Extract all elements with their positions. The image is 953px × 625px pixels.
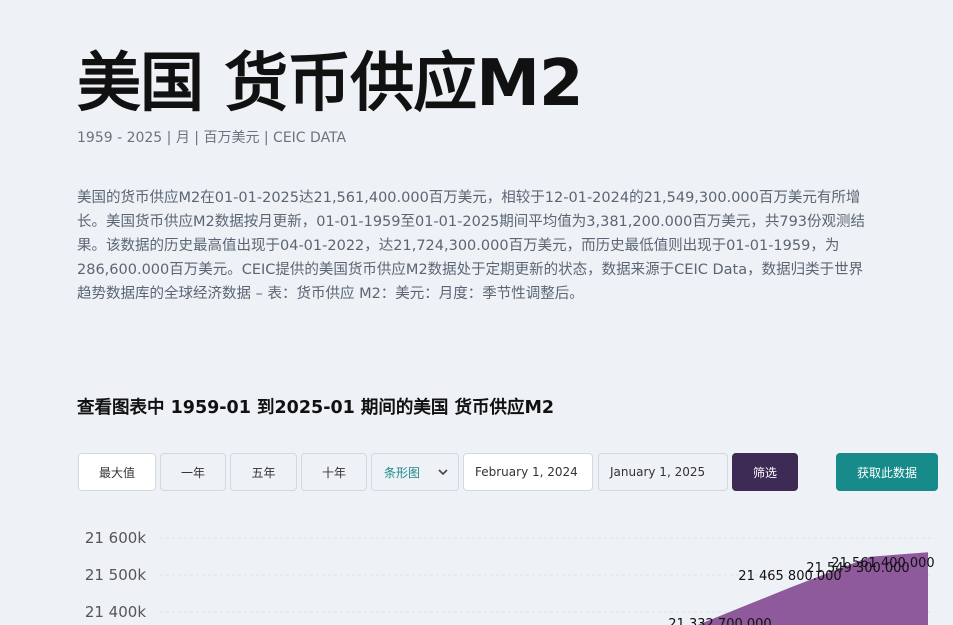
data-label: 21 561 400.000 <box>831 556 934 571</box>
chart-type-select[interactable]: 条形图 <box>371 453 459 491</box>
range-1y-button[interactable]: 一年 <box>160 453 226 491</box>
range-10y-button[interactable]: 十年 <box>301 453 367 491</box>
range-max-button[interactable]: 最大值 <box>78 453 156 491</box>
description-text: 美国的货币供应M2在01-01-2025达21,561,400.000百万美元，… <box>77 190 866 302</box>
page-subtitle: 1959 - 2025 | 月 | 百万美元 | CEIC DATA <box>77 130 347 146</box>
chevron-down-icon <box>438 469 448 476</box>
data-label: 21 332 700.000 <box>668 617 771 625</box>
y-tick-label: 21 400k <box>85 603 146 621</box>
end-date-input[interactable]: January 1, 2025 <box>598 453 728 491</box>
range-5y-button[interactable]: 五年 <box>230 453 297 491</box>
page-title: 美国 货币供应M2 <box>77 47 583 121</box>
y-tick-label: 21 500k <box>85 566 146 584</box>
chart-type-label: 条形图 <box>384 465 421 480</box>
chart-section-heading: 查看图表中 1959-01 到2025-01 期间的美国 货币供应M2 <box>77 398 555 418</box>
chart-toolbar: 最大值 一年 五年 十年 条形图 February 1, 2024 Januar… <box>0 453 953 491</box>
start-date-input[interactable]: February 1, 2024 <box>463 453 593 491</box>
chart-area: 21 600k21 500k21 400k21 332 700.00021 46… <box>85 529 935 625</box>
y-tick-label: 21 600k <box>85 529 146 547</box>
get-data-button[interactable]: 获取此数据 <box>836 453 938 491</box>
filter-button[interactable]: 筛选 <box>732 453 798 491</box>
